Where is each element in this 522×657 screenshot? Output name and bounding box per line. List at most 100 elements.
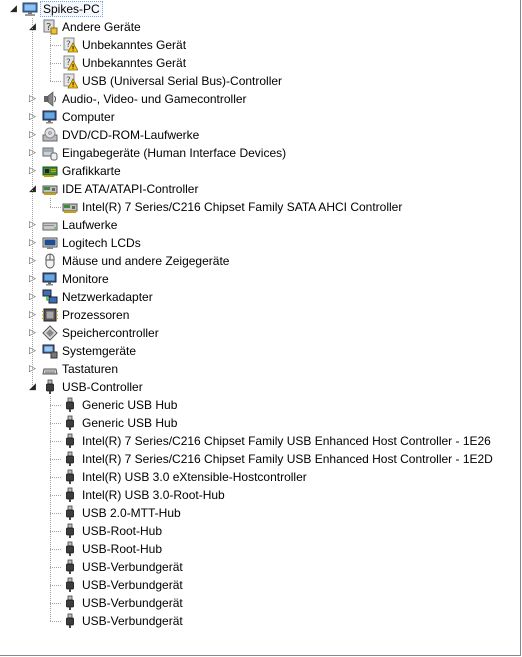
tree-device-item[interactable]: USB-Verbundgerät bbox=[0, 594, 520, 612]
tree-category-item[interactable]: ◢ USB-Controller bbox=[0, 378, 520, 396]
tree-item-label: Laufwerke bbox=[62, 218, 118, 232]
tree-device-item[interactable]: ? USB (Universal Serial Bus)-Controller bbox=[0, 72, 520, 90]
tree-category-item[interactable]: ▷ Monitore bbox=[0, 270, 520, 288]
tree-category-item[interactable]: ▷ Prozessoren bbox=[0, 306, 520, 324]
tree-root-computer[interactable]: ◢ Spikes-PC bbox=[0, 0, 520, 18]
tree-item-label: Mäuse und andere Zeigegeräte bbox=[62, 254, 230, 268]
disk-drive-icon bbox=[42, 217, 58, 233]
usb-plug-icon bbox=[62, 433, 78, 449]
usb-plug-icon bbox=[42, 379, 58, 395]
tree-item-label: USB-Verbundgerät bbox=[82, 560, 183, 574]
expand-arrow-icon[interactable]: ▷ bbox=[29, 238, 37, 247]
tree-device-item[interactable]: USB 2.0-MTT-Hub bbox=[0, 504, 520, 522]
tree-connector-horizontal bbox=[50, 621, 61, 622]
expand-arrow-icon[interactable]: ▷ bbox=[29, 112, 37, 121]
tree-device-item[interactable]: ? Unbekanntes Gerät bbox=[0, 36, 520, 54]
tree-category-item[interactable]: ▷ Netzwerkadapter bbox=[0, 288, 520, 306]
tree-connector-vertical bbox=[32, 18, 33, 387]
usb-plug-icon bbox=[62, 541, 78, 557]
expand-arrow-icon[interactable]: ▷ bbox=[29, 346, 37, 355]
dvd-drive-icon bbox=[42, 127, 58, 143]
tree-category-item[interactable]: ▷ Audio-, Video- und Gamecontroller bbox=[0, 90, 520, 108]
tree-device-item[interactable]: USB-Verbundgerät bbox=[0, 558, 520, 576]
expand-arrow-icon[interactable]: ▷ bbox=[29, 94, 37, 103]
tree-device-item[interactable]: USB-Verbundgerät bbox=[0, 612, 520, 630]
tree-item-label: USB-Verbundgerät bbox=[82, 596, 183, 610]
tree-item-label: Grafikkarte bbox=[62, 164, 121, 178]
usb-plug-icon bbox=[62, 451, 78, 467]
tree-device-item[interactable]: ? Unbekanntes Gerät bbox=[0, 54, 520, 72]
tree-category-item[interactable]: ▷ Tastaturen bbox=[0, 360, 520, 378]
mouse-icon bbox=[42, 253, 58, 269]
tree-connector-vertical bbox=[50, 198, 51, 207]
tree-connector-horizontal bbox=[50, 45, 61, 46]
tree-category-item[interactable]: ▷ Mäuse und andere Zeigegeräte bbox=[0, 252, 520, 270]
usb-plug-icon bbox=[62, 397, 78, 413]
tree-category-item[interactable]: ◢? Andere Geräte bbox=[0, 18, 520, 36]
tree-item-label: Monitore bbox=[62, 272, 109, 286]
usb-plug-icon bbox=[62, 559, 78, 575]
tree-item-label: Prozessoren bbox=[62, 308, 130, 322]
tree-item-label: USB-Root-Hub bbox=[82, 542, 163, 556]
expand-arrow-icon[interactable]: ▷ bbox=[29, 364, 37, 373]
tree-item-label: Intel(R) 7 Series/C216 Chipset Family SA… bbox=[82, 200, 403, 214]
usb-plug-icon bbox=[62, 613, 78, 629]
tree-item-label: USB 2.0-MTT-Hub bbox=[82, 506, 181, 520]
expand-arrow-icon[interactable]: ▷ bbox=[29, 328, 37, 337]
tree-device-item[interactable]: USB-Root-Hub bbox=[0, 540, 520, 558]
display-adapter-icon bbox=[42, 163, 58, 179]
tree-category-item[interactable]: ▷ Systemgeräte bbox=[0, 342, 520, 360]
tree-device-item[interactable]: Generic USB Hub bbox=[0, 396, 520, 414]
collapse-arrow-icon[interactable]: ◢ bbox=[10, 4, 18, 13]
collapse-arrow-icon[interactable]: ◢ bbox=[29, 184, 37, 193]
expand-arrow-icon[interactable]: ▷ bbox=[29, 274, 37, 283]
tree-device-item[interactable]: Intel(R) 7 Series/C216 Chipset Family SA… bbox=[0, 198, 520, 216]
tree-item-label: Systemgeräte bbox=[62, 344, 137, 358]
device-tree[interactable]: ◢ Spikes-PC ◢? Andere Geräte? Unbekanntes Ge… bbox=[0, 0, 520, 655]
tree-item-label: DVD/CD-ROM-Laufwerke bbox=[62, 128, 200, 142]
tree-category-item[interactable]: ▷ DVD/CD-ROM-Laufwerke bbox=[0, 126, 520, 144]
tree-device-item[interactable]: Intel(R) USB 3.0 eXtensible-Hostcontroll… bbox=[0, 468, 520, 486]
tree-device-item[interactable]: Intel(R) 7 Series/C216 Chipset Family US… bbox=[0, 450, 520, 468]
usb-plug-icon bbox=[62, 505, 78, 521]
tree-category-item[interactable]: ▷ Eingabegeräte (Human Interface Devices) bbox=[0, 144, 520, 162]
unknown-device-icon: ? bbox=[42, 19, 58, 35]
monitor-icon bbox=[42, 109, 58, 125]
collapse-arrow-icon[interactable]: ◢ bbox=[29, 22, 37, 31]
usb-plug-icon bbox=[62, 595, 78, 611]
tree-category-item[interactable]: ▷ Logitech LCDs bbox=[0, 234, 520, 252]
tree-device-item[interactable]: USB-Verbundgerät bbox=[0, 576, 520, 594]
expand-arrow-icon[interactable]: ▷ bbox=[29, 166, 37, 175]
expand-arrow-icon[interactable]: ▷ bbox=[29, 256, 37, 265]
expand-arrow-icon[interactable]: ▷ bbox=[29, 310, 37, 319]
tree-category-item[interactable]: ▷ Speichercontroller bbox=[0, 324, 520, 342]
tree-item-label: USB-Controller bbox=[62, 380, 143, 394]
expand-arrow-icon[interactable]: ▷ bbox=[29, 148, 37, 157]
tree-connector-horizontal bbox=[50, 477, 61, 478]
tree-item-label: Unbekanntes Gerät bbox=[82, 38, 187, 52]
expand-arrow-icon[interactable]: ▷ bbox=[29, 292, 37, 301]
tree-device-item[interactable]: Intel(R) USB 3.0-Root-Hub bbox=[0, 486, 520, 504]
tree-connector-vertical bbox=[50, 36, 51, 81]
keyboard-icon bbox=[42, 361, 58, 377]
tree-category-item[interactable]: ◢ IDE ATA/ATAPI-Controller bbox=[0, 180, 520, 198]
expand-arrow-icon[interactable]: ▷ bbox=[29, 130, 37, 139]
tree-connector-vertical bbox=[50, 396, 51, 621]
tree-device-item[interactable]: Generic USB Hub bbox=[0, 414, 520, 432]
usb-plug-icon bbox=[62, 523, 78, 539]
tree-device-item[interactable]: USB-Root-Hub bbox=[0, 522, 520, 540]
tree-category-item[interactable]: ▷ Computer bbox=[0, 108, 520, 126]
collapse-arrow-icon[interactable]: ◢ bbox=[29, 382, 37, 391]
expand-arrow-icon[interactable]: ▷ bbox=[29, 220, 37, 229]
warning-device-icon: ? bbox=[62, 55, 79, 71]
ide-controller-icon bbox=[42, 181, 58, 197]
tree-item-label: Intel(R) USB 3.0-Root-Hub bbox=[82, 488, 225, 502]
usb-plug-icon bbox=[62, 469, 78, 485]
tree-category-item[interactable]: ▷ Laufwerke bbox=[0, 216, 520, 234]
tree-connector-horizontal bbox=[50, 603, 61, 604]
tree-item-label: Andere Geräte bbox=[62, 20, 141, 34]
tree-category-item[interactable]: ▷ Grafikkarte bbox=[0, 162, 520, 180]
tree-item-label: USB (Universal Serial Bus)-Controller bbox=[82, 74, 283, 88]
network-adapter-icon bbox=[42, 289, 58, 305]
tree-device-item[interactable]: Intel(R) 7 Series/C216 Chipset Family US… bbox=[0, 432, 520, 450]
